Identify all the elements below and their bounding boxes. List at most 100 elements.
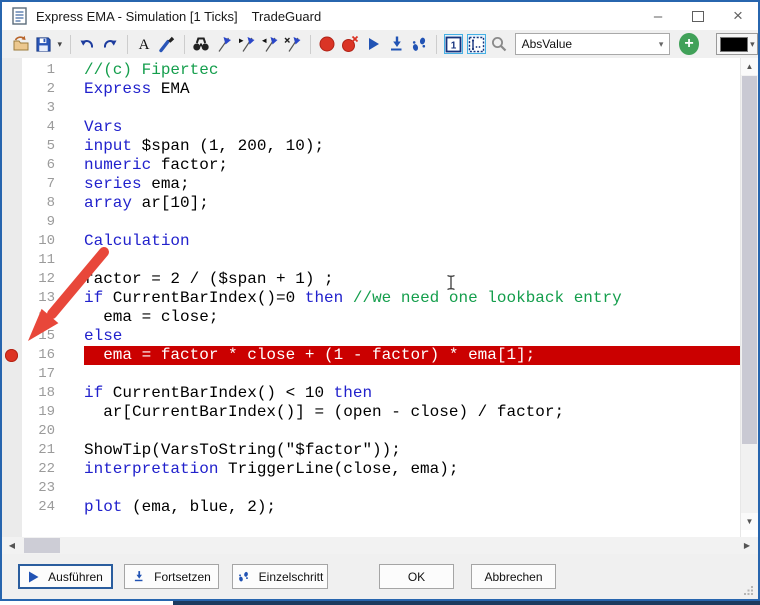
scroll-right-arrow-icon[interactable]: ▶: [739, 537, 755, 554]
toggle-bookmark-button[interactable]: [214, 33, 235, 55]
redo-button[interactable]: [100, 33, 121, 55]
code-line[interactable]: 2Express EMA: [2, 80, 740, 99]
horizontal-scrollbar[interactable]: ◀ ▶: [2, 537, 758, 554]
code-line[interactable]: 18 if CurrentBarIndex() < 10 then: [2, 384, 740, 403]
code-line[interactable]: 20: [2, 422, 740, 441]
function-combobox[interactable]: AbsValue ▾: [515, 33, 671, 55]
line-number[interactable]: 2: [2, 80, 55, 99]
line-number[interactable]: 15: [2, 327, 55, 346]
code-line[interactable]: 6numeric factor;: [2, 156, 740, 175]
line-number[interactable]: 19: [2, 403, 55, 422]
find-button[interactable]: [191, 33, 212, 55]
line-number[interactable]: 21: [2, 441, 55, 460]
code-line[interactable]: 12factor = 2 / ($span + 1) ;: [2, 270, 740, 289]
zoom-button[interactable]: [489, 33, 510, 55]
ibeam-cursor: [446, 274, 456, 291]
toolbar-separator: [184, 35, 185, 54]
line-number[interactable]: 1: [2, 61, 55, 80]
save-button[interactable]: [33, 33, 54, 55]
line-number[interactable]: 11: [2, 251, 55, 270]
code-line[interactable]: 16 ema = factor * close + (1 - factor) *…: [2, 346, 740, 365]
line-number[interactable]: 18: [2, 384, 55, 403]
whitespace-toggle[interactable]: [467, 34, 486, 54]
line-number[interactable]: 20: [2, 422, 55, 441]
maximize-button[interactable]: [678, 3, 718, 29]
step-icon: [237, 570, 250, 583]
code-line[interactable]: 4Vars: [2, 118, 740, 137]
line-number[interactable]: 6: [2, 156, 55, 175]
clear-breakpoints-button[interactable]: [340, 33, 361, 55]
abbrechen-button[interactable]: Abbrechen: [471, 564, 556, 589]
breakpoint-dot[interactable]: [5, 349, 18, 362]
scroll-down-arrow-icon[interactable]: ▼: [741, 513, 758, 530]
single-step-button[interactable]: [409, 33, 430, 55]
line-number[interactable]: 4: [2, 118, 55, 137]
close-button[interactable]: ×: [718, 3, 758, 29]
line-number[interactable]: 22: [2, 460, 55, 479]
vertical-scrollbar[interactable]: ▲ ▼: [740, 58, 758, 537]
code-line[interactable]: 13if CurrentBarIndex()=0 then //we need …: [2, 289, 740, 308]
code-line[interactable]: 21ShowTip(VarsToString("$factor"));: [2, 441, 740, 460]
code-line[interactable]: 24plot (ema, blue, 2);: [2, 498, 740, 517]
line-number[interactable]: 17: [2, 365, 55, 384]
code-line[interactable]: 22interpretation TriggerLine(close, ema)…: [2, 460, 740, 479]
window-title: Express EMA - Simulation [1 Ticks]: [36, 9, 238, 24]
next-bookmark-button[interactable]: [237, 33, 258, 55]
ausfuehren-button[interactable]: Ausführen: [18, 564, 113, 589]
code-text: if CurrentBarIndex() < 10 then: [84, 384, 740, 403]
run-button[interactable]: [363, 33, 384, 55]
combobox-value: AbsValue: [522, 37, 572, 51]
undo-button[interactable]: [77, 33, 98, 55]
color-picker-button[interactable]: ▾: [716, 33, 758, 55]
line-numbers-icon: 1: [445, 36, 462, 53]
clear-bookmarks-icon: [284, 35, 302, 53]
code-text: ar[CurrentBarIndex()] = (open - close) /…: [84, 403, 740, 422]
code-line[interactable]: 11: [2, 251, 740, 270]
code-line[interactable]: 1//(c) Fipertec: [2, 61, 740, 80]
ok-button[interactable]: OK: [379, 564, 454, 589]
clear-bookmarks-button[interactable]: [283, 33, 304, 55]
line-number[interactable]: 12: [2, 270, 55, 289]
code-line[interactable]: 9: [2, 213, 740, 232]
toggle-breakpoint-button[interactable]: [317, 33, 338, 55]
highlight-brush-button[interactable]: [157, 33, 178, 55]
line-numbers-toggle[interactable]: 1: [444, 34, 463, 54]
code-line[interactable]: 23: [2, 479, 740, 498]
line-number[interactable]: 7: [2, 175, 55, 194]
code-line[interactable]: 10 Calculation: [2, 232, 740, 251]
line-number[interactable]: 5: [2, 137, 55, 156]
code-line[interactable]: 17: [2, 365, 740, 384]
code-editor[interactable]: 1//(c) Fipertec2Express EMA34Vars5input …: [2, 58, 740, 537]
line-number[interactable]: 24: [2, 498, 55, 517]
scroll-left-arrow-icon[interactable]: ◀: [4, 537, 20, 554]
code-line[interactable]: 14 ema = close;: [2, 308, 740, 327]
open-file-button[interactable]: [10, 33, 31, 55]
add-button[interactable]: +: [679, 33, 698, 55]
code-line[interactable]: 8array ar[10];: [2, 194, 740, 213]
run-to-cursor-button[interactable]: [386, 33, 407, 55]
line-number[interactable]: 8: [2, 194, 55, 213]
line-number[interactable]: 3: [2, 99, 55, 118]
code-text: [84, 479, 740, 498]
fortsetzen-button[interactable]: Fortsetzen: [124, 564, 219, 589]
vertical-scroll-thumb[interactable]: [742, 76, 757, 444]
code-line[interactable]: 15else: [2, 327, 740, 346]
line-number[interactable]: 9: [2, 213, 55, 232]
code-line[interactable]: 19 ar[CurrentBarIndex()] = (open - close…: [2, 403, 740, 422]
line-number[interactable]: 23: [2, 479, 55, 498]
code-line[interactable]: 5input $span (1, 200, 10);: [2, 137, 740, 156]
horizontal-scroll-thumb[interactable]: [24, 538, 60, 553]
minimize-button[interactable]: –: [638, 3, 678, 29]
previous-bookmark-button[interactable]: [260, 33, 281, 55]
code-line[interactable]: 3: [2, 99, 740, 118]
line-number[interactable]: 10: [2, 232, 55, 251]
code-line[interactable]: 7series ema;: [2, 175, 740, 194]
font-button[interactable]: A: [134, 33, 155, 55]
resize-grip[interactable]: [744, 585, 754, 595]
einzelschritt-button[interactable]: Einzelschritt: [232, 564, 328, 589]
line-number[interactable]: 14: [2, 308, 55, 327]
save-dropdown-button[interactable]: ▾: [55, 33, 65, 55]
line-number[interactable]: 13: [2, 289, 55, 308]
code-text: Calculation: [84, 232, 740, 251]
scroll-up-arrow-icon[interactable]: ▲: [741, 58, 758, 75]
